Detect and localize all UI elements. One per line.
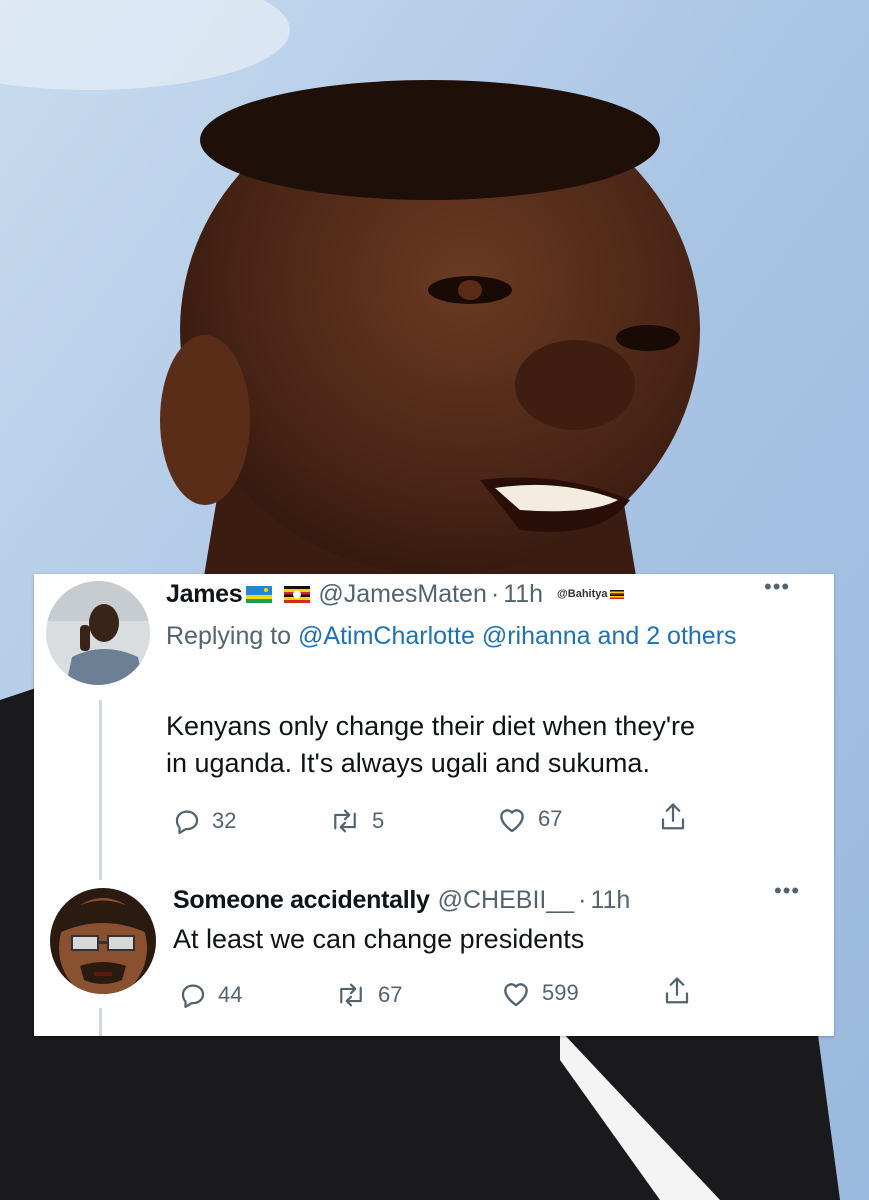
retweet-icon	[328, 806, 362, 836]
tweet-text-line: in uganda. It's always ugali and sukuma.	[166, 748, 650, 778]
mention-link[interactable]: @rihanna	[482, 622, 591, 650]
mention-link[interactable]: @AtimCharlotte	[298, 622, 475, 650]
more-options-icon[interactable]: •••	[774, 880, 800, 902]
retweet-count: 67	[378, 982, 403, 1007]
tweet-thread-card: James @JamesMaten · 11h @Bahitya ••• Rep…	[34, 574, 834, 1036]
retweet-icon	[334, 980, 368, 1010]
reply-count: 44	[218, 982, 243, 1007]
heart-icon	[496, 804, 528, 834]
tweet-header: Someone accidentally @CHEBII__ · 11h	[173, 882, 630, 918]
reply-button[interactable]: 32	[172, 806, 236, 836]
separator-dot: ·	[578, 885, 587, 914]
thread-connector-line	[99, 1008, 102, 1036]
rwanda-flag-icon	[246, 585, 273, 603]
retweet-button[interactable]: 67	[334, 980, 402, 1010]
retweet-count: 5	[372, 808, 385, 833]
reply-icon	[172, 806, 202, 836]
share-button[interactable]	[662, 974, 692, 1013]
uganda-flag-icon	[609, 589, 624, 599]
display-name[interactable]: Someone accidentally	[173, 886, 430, 915]
like-button[interactable]: 599	[500, 978, 579, 1008]
replying-to-label: Replying to	[166, 622, 292, 650]
user-avatar[interactable]	[46, 581, 150, 685]
like-count: 599	[542, 980, 579, 1005]
retweet-button[interactable]: 5	[328, 806, 384, 836]
reply-button[interactable]: 44	[178, 980, 242, 1010]
tweet-header: James @JamesMaten · 11h @Bahitya	[166, 576, 624, 612]
thread-connector-line	[99, 700, 102, 880]
share-button[interactable]	[658, 800, 688, 839]
user-handle[interactable]: @CHEBII__	[438, 886, 575, 915]
like-count: 67	[538, 806, 563, 831]
share-icon	[658, 803, 688, 838]
watermark-text: @Bahitya	[557, 588, 608, 600]
reply-count: 32	[212, 808, 237, 833]
tweet-text: Kenyans only change their diet when they…	[166, 708, 806, 782]
more-options-icon[interactable]: •••	[764, 576, 790, 598]
separator-dot: ·	[490, 579, 500, 608]
replying-to-context: Replying to @AtimCharlotte @rihanna and …	[166, 616, 806, 656]
tweet-text: At least we can change presidents	[173, 924, 585, 954]
and-others-link[interactable]: and 2 others	[598, 622, 737, 650]
like-button[interactable]: 67	[496, 804, 562, 834]
display-name[interactable]: James	[166, 580, 243, 609]
tweet-timestamp[interactable]: 11h	[590, 886, 630, 915]
tweet-text-line: Kenyans only change their diet when they…	[166, 711, 695, 741]
share-icon	[662, 977, 692, 1012]
user-avatar[interactable]	[50, 888, 156, 994]
user-handle[interactable]: @JamesMaten	[318, 580, 487, 609]
reply-icon	[178, 980, 208, 1010]
tweet-timestamp[interactable]: 11h	[503, 580, 543, 609]
uganda-flag-icon	[284, 585, 311, 603]
heart-icon	[500, 978, 532, 1008]
